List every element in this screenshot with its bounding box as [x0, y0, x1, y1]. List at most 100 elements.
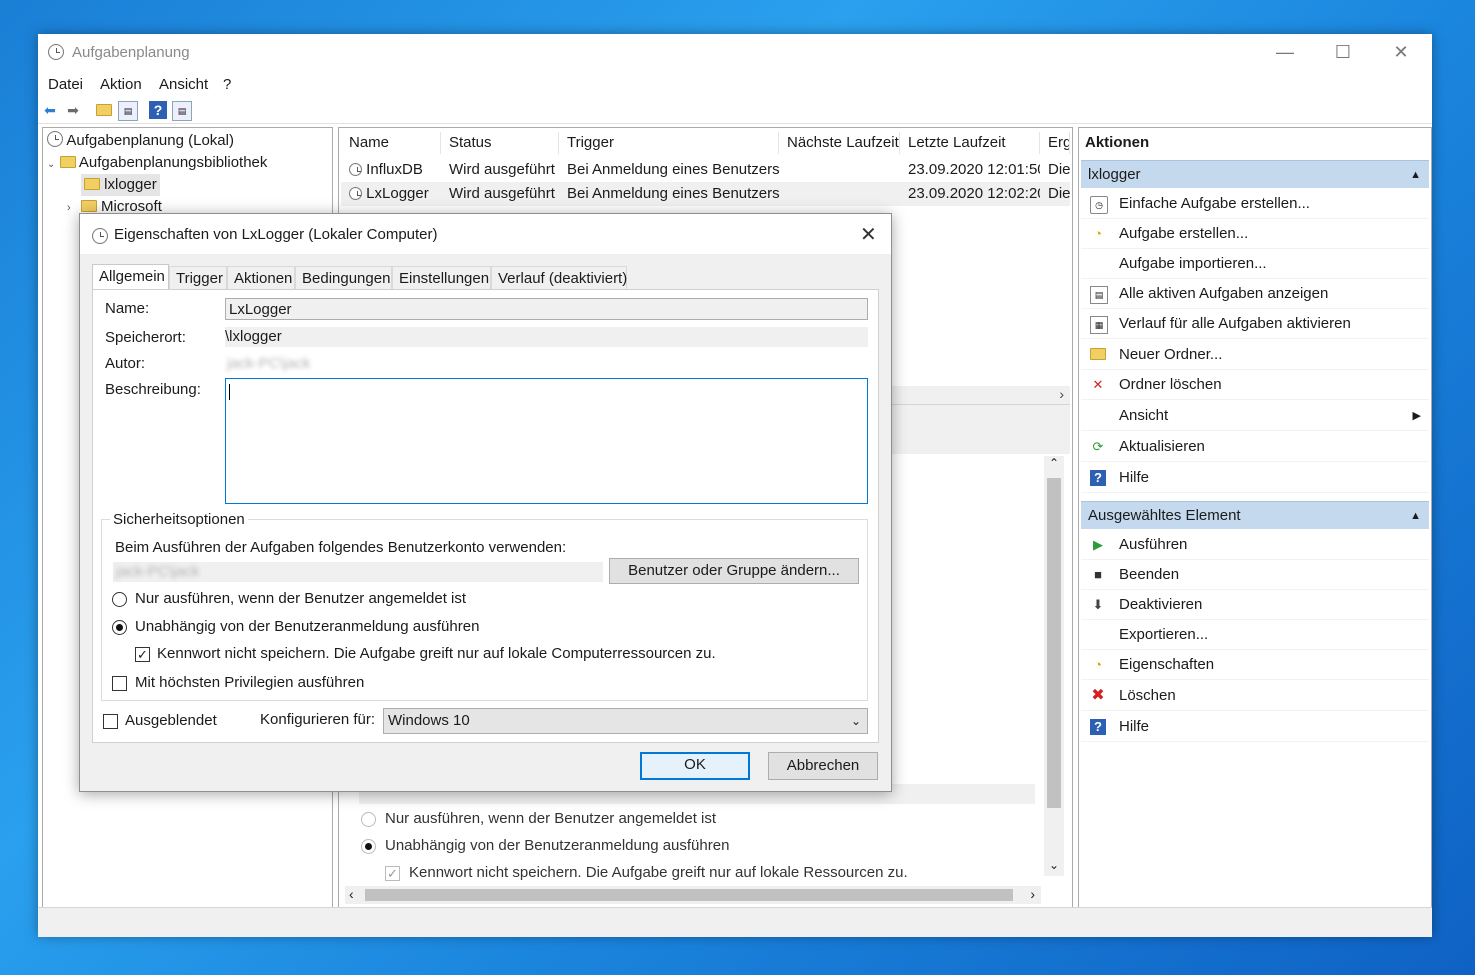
tree-library[interactable]: ⌄ Aufgabenplanungsbibliothek	[47, 152, 267, 174]
scroll-right-icon[interactable]: ›	[1030, 886, 1035, 902]
folder-icon	[80, 200, 97, 212]
scroll-down-icon[interactable]: ⌄	[1044, 858, 1064, 876]
action-properties[interactable]: ◔ Eigenschaften	[1081, 650, 1429, 680]
scroll-thumb[interactable]	[1047, 478, 1061, 808]
clock-icon	[48, 44, 64, 60]
radio-independent[interactable]	[112, 620, 127, 635]
action-enable-history[interactable]: ▦ Verlauf für alle Aufgaben aktivieren	[1081, 309, 1429, 339]
delete-x-icon: ✖	[1091, 687, 1105, 704]
tab-general[interactable]: Allgemein	[92, 264, 169, 290]
check-hidden[interactable]	[103, 714, 118, 729]
radio-logged-on-label: Nur ausführen, wenn der Benutzer angemel…	[135, 590, 467, 607]
action-simple-task[interactable]: ◷ Einfache Aufgabe erstellen...	[1081, 189, 1429, 219]
scroll-left-icon[interactable]: ‹	[349, 886, 354, 902]
chevron-down-icon[interactable]: ⌄	[47, 159, 55, 170]
close-button[interactable]: ✕	[1372, 34, 1430, 70]
action-end[interactable]: ■ Beenden	[1081, 560, 1429, 590]
column-result[interactable]: Erg	[1040, 132, 1070, 154]
action-delete[interactable]: ✖ Löschen	[1081, 681, 1429, 711]
name-field[interactable]: LxLogger	[225, 298, 868, 320]
back-arrow-icon[interactable]: ⬅	[41, 101, 59, 119]
column-status[interactable]: Status	[441, 132, 559, 154]
name-label: Name:	[105, 300, 150, 317]
configure-select[interactable]: Windows 10 ⌄	[383, 708, 868, 734]
description-textarea[interactable]	[225, 378, 868, 504]
cancel-button[interactable]: Abbrechen	[768, 752, 878, 780]
help-icon[interactable]: ?	[149, 101, 167, 119]
tab-conditions[interactable]: Bedingungen	[295, 266, 392, 290]
toolbar: ⬅ ➡ ▤ ? ▤	[38, 97, 1432, 124]
section-label: Ausgewähltes Element	[1088, 507, 1241, 524]
action-delete-folder[interactable]: ✕ Ordner löschen	[1081, 370, 1429, 400]
menu-help[interactable]: ?	[223, 76, 231, 93]
tab-actions[interactable]: Aktionen	[227, 266, 295, 290]
bg-radio-logged-on[interactable]	[361, 812, 376, 827]
tab-settings[interactable]: Einstellungen	[392, 266, 491, 290]
check-highest-privileges-label: Mit höchsten Privilegien ausführen	[135, 674, 365, 691]
action-disable[interactable]: ⬇ Deaktivieren	[1081, 590, 1429, 620]
dialog-close-icon[interactable]: ✕	[860, 222, 877, 247]
check-no-password[interactable]: ✓	[135, 647, 150, 662]
bg-check-password[interactable]: ✓	[385, 866, 400, 881]
action-import-task[interactable]: Aufgabe importieren...	[1081, 249, 1429, 279]
action-view[interactable]: Ansicht ▶	[1081, 401, 1429, 431]
column-trigger[interactable]: Trigger	[559, 132, 779, 154]
tab-history[interactable]: Verlauf (deaktiviert)	[491, 266, 627, 290]
ok-button[interactable]: OK	[640, 752, 750, 780]
action-show-running[interactable]: ▤ Alle aktiven Aufgaben anzeigen	[1081, 279, 1429, 309]
action-run[interactable]: ▶ Ausführen	[1081, 530, 1429, 560]
minimize-button[interactable]: —	[1256, 34, 1314, 70]
folder-up-icon[interactable]	[95, 101, 113, 119]
scroll-up-icon[interactable]: ⌃	[1044, 456, 1064, 474]
refresh-icon: ⟳	[1092, 439, 1104, 454]
actions-pane: Aktionen lxlogger ▲ ◷ Einfache Aufgabe er…	[1078, 127, 1432, 909]
scroll-right-icon[interactable]: ›	[1059, 386, 1064, 402]
maximize-button[interactable]: ☐	[1314, 34, 1372, 70]
radio-logged-on[interactable]	[112, 592, 127, 607]
forward-arrow-icon[interactable]: ➡	[64, 101, 82, 119]
folder-icon	[84, 178, 100, 190]
action-new-folder[interactable]: Neuer Ordner...	[1081, 340, 1429, 370]
status-bar	[38, 907, 1432, 937]
column-last-run[interactable]: Letzte Laufzeit	[900, 132, 1040, 154]
menu-aktion[interactable]: Aktion	[100, 76, 142, 93]
actions-section-lxlogger[interactable]: lxlogger ▲	[1081, 160, 1429, 188]
menu-ansicht[interactable]: Ansicht	[159, 76, 208, 93]
action-create-task[interactable]: ◔ Aufgabe erstellen...	[1081, 219, 1429, 249]
show-hide-console-icon[interactable]: ▤	[118, 101, 138, 121]
action-help-2[interactable]: ? Hilfe	[1081, 712, 1429, 742]
column-next-run[interactable]: Nächste Laufzeit	[779, 132, 900, 154]
wizard-icon: ◷	[1090, 196, 1108, 214]
change-user-button[interactable]: Benutzer oder Gruppe ändern...	[609, 558, 859, 584]
menu-datei[interactable]: Datei	[48, 76, 83, 93]
detail-horizontal-scrollbar[interactable]: ‹ ›	[345, 886, 1041, 904]
table-row[interactable]: LxLogger Wird ausgeführt Bei Anmeldung e…	[341, 182, 1070, 206]
action-help[interactable]: ? Hilfe	[1081, 463, 1429, 493]
chevron-right-icon[interactable]: ›	[67, 202, 71, 214]
scroll-thumb[interactable]	[365, 889, 1013, 901]
action-export[interactable]: Exportieren...	[1081, 620, 1429, 650]
collapse-up-icon[interactable]: ▲	[1410, 502, 1421, 530]
task-name: InfluxDB	[366, 161, 423, 178]
collapse-up-icon[interactable]: ▲	[1410, 161, 1421, 189]
task-next-run	[779, 182, 900, 206]
tree-root[interactable]: Aufgabenplanung (Lokal)	[47, 130, 234, 152]
table-row[interactable]: InfluxDB Wird ausgeführt Bei Anmeldung e…	[341, 158, 1070, 182]
tree-item-lxlogger[interactable]: lxlogger	[81, 174, 160, 196]
tab-trigger[interactable]: Trigger	[169, 266, 227, 290]
location-value: \lxlogger	[225, 327, 868, 347]
title-bar: Aufgabenplanung — ☐ ✕	[38, 34, 1432, 72]
actions-section-selected[interactable]: Ausgewähltes Element ▲	[1081, 501, 1429, 529]
delete-x-icon: ✕	[1092, 377, 1104, 392]
check-highest-privileges[interactable]	[112, 676, 127, 691]
action-pane-icon[interactable]: ▤	[172, 101, 192, 121]
radio-independent-label: Unabhängig von der Benutzeranmeldung aus…	[135, 618, 480, 635]
detail-vertical-scrollbar[interactable]: ⌃ ⌄	[1044, 456, 1064, 876]
column-name[interactable]: Name	[341, 132, 441, 154]
stop-icon: ■	[1094, 567, 1102, 582]
action-refresh[interactable]: ⟳ Aktualisieren	[1081, 432, 1429, 462]
location-label: Speicherort:	[105, 329, 186, 346]
task-result: Die	[1048, 161, 1070, 178]
bg-radio-independent[interactable]	[361, 839, 376, 854]
submenu-arrow-icon: ▶	[1412, 410, 1421, 422]
